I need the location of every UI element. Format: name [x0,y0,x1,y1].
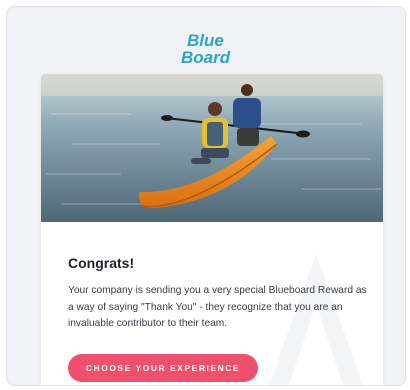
hero-image [41,74,383,222]
reward-heading: Congrats! [68,255,135,271]
email-frame: Blue Board Congrats! Your company is sen… [6,6,406,386]
blueboard-logo: Blue Board [175,27,255,67]
reward-card: Congrats! Your company is sending you a … [41,74,383,385]
choose-experience-button[interactable]: CHOOSE YOUR EXPERIENCE [68,354,258,382]
logo-text-line2: Board [181,48,231,67]
reward-message: Your company is sending you a very speci… [68,285,367,329]
